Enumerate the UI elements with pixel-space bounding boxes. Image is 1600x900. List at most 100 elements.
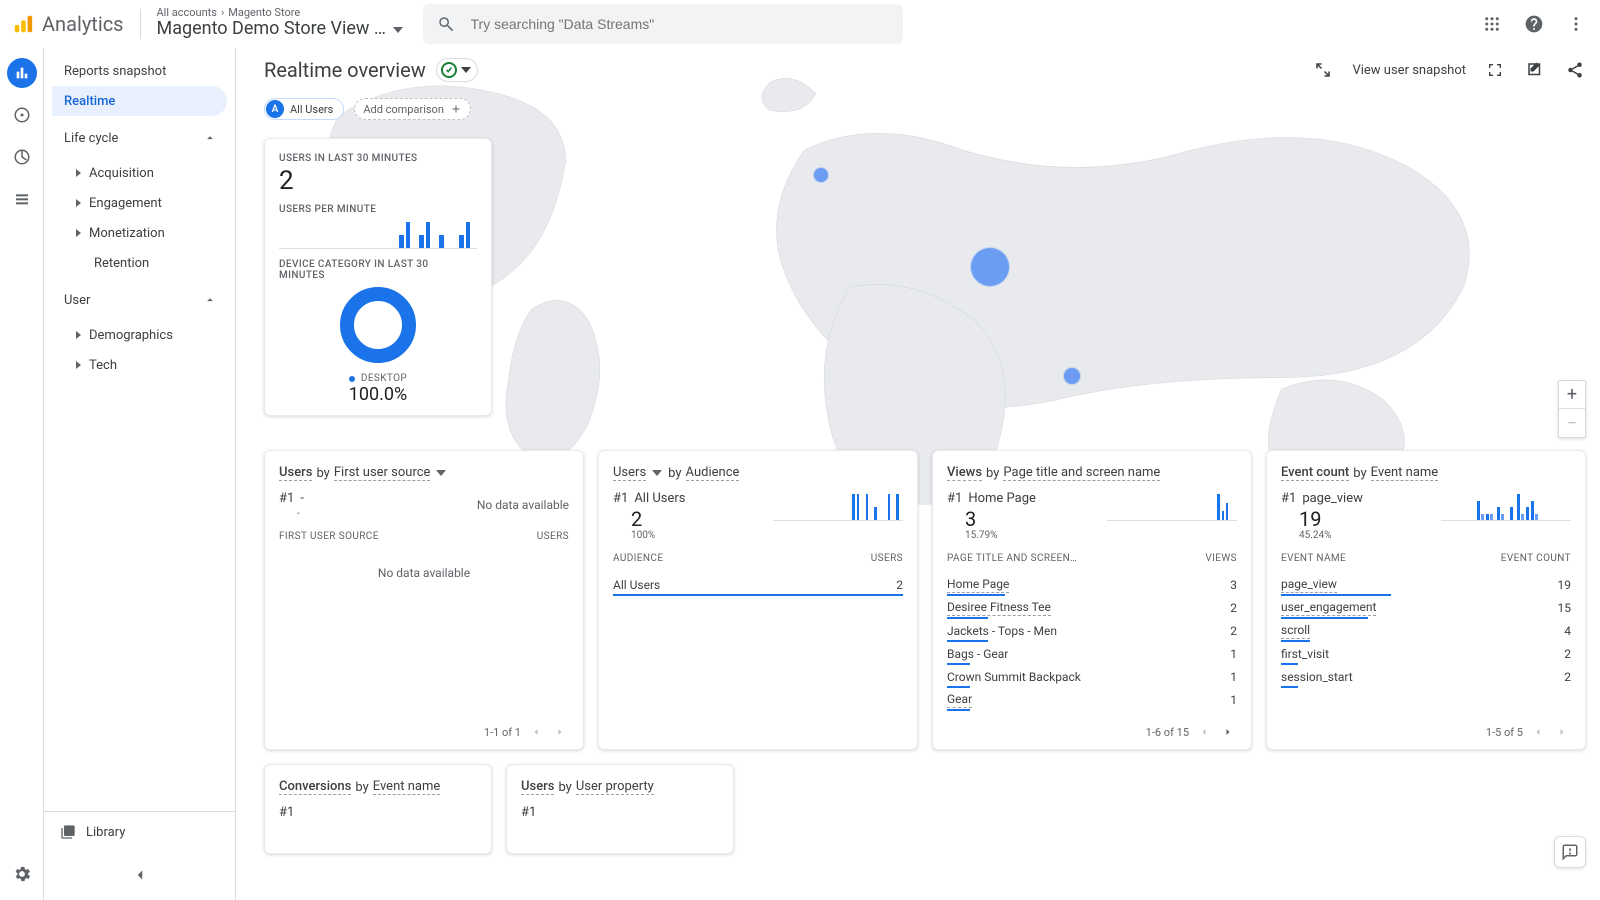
no-data-text: No data available xyxy=(477,498,569,512)
card-dimension[interactable]: User property xyxy=(576,779,654,795)
fullscreen-icon[interactable] xyxy=(1484,59,1506,81)
sidebar-item-monetization[interactable]: Monetization xyxy=(52,218,227,248)
table-row[interactable]: Bags - Gear1 xyxy=(947,643,1237,665)
zoom-in-button[interactable]: + xyxy=(1559,381,1585,409)
device-donut-chart xyxy=(340,287,416,363)
summary-card: USERS IN LAST 30 MINUTES 2 USERS PER MIN… xyxy=(264,138,492,416)
sidebar-section-user[interactable]: User xyxy=(52,280,227,320)
search-input[interactable] xyxy=(469,15,889,33)
main-content: + − Keyboard shortcuts Map data ©2022 Te… xyxy=(236,48,1600,900)
product-logo[interactable]: Analytics xyxy=(12,12,124,36)
card-dimension[interactable]: First user source xyxy=(334,465,431,481)
map-user-dot xyxy=(814,168,828,182)
admin-gear-icon[interactable] xyxy=(10,862,34,886)
add-comparison-button[interactable]: Add comparison xyxy=(354,98,471,120)
table-row[interactable]: Home Page3 xyxy=(947,574,1237,596)
view-user-snapshot-button[interactable]: View user snapshot xyxy=(1352,63,1466,78)
sidebar-item-realtime[interactable]: Realtime xyxy=(52,86,227,116)
table-row[interactable]: Jackets - Tops - Men2 xyxy=(947,620,1237,642)
zoom-out-button[interactable]: − xyxy=(1559,409,1585,437)
sidebar-item-acquisition[interactable]: Acquisition xyxy=(52,158,227,188)
plus-icon xyxy=(450,103,462,115)
edit-note-icon[interactable] xyxy=(1524,59,1546,81)
pager-next-button[interactable] xyxy=(551,723,569,741)
pager-next-button[interactable] xyxy=(1219,723,1237,741)
sidebar-item-reports-snapshot[interactable]: Reports snapshot xyxy=(52,56,227,86)
caret-right-icon xyxy=(76,199,81,207)
card-metric[interactable]: Conversions xyxy=(279,779,351,795)
table-row[interactable]: first_visit2 xyxy=(1281,643,1571,665)
card-metric[interactable]: Event count xyxy=(1281,465,1349,481)
sidebar-item-demographics[interactable]: Demographics xyxy=(52,320,227,350)
apps-icon[interactable] xyxy=(1480,12,1504,36)
pager-text: 1-6 of 15 xyxy=(1146,726,1189,739)
feedback-icon xyxy=(1561,843,1579,861)
sidebar-item-retention[interactable]: Retention xyxy=(52,248,227,278)
compare-icon[interactable] xyxy=(1312,59,1334,81)
card-event-count: Event count by Event name #1page_view 19… xyxy=(1266,450,1586,750)
chevron-left-icon xyxy=(131,866,149,884)
audience-chip-all-users[interactable]: A All Users xyxy=(264,98,344,120)
sidebar-item-engagement[interactable]: Engagement xyxy=(52,188,227,218)
card-dimension[interactable]: Event name xyxy=(373,779,441,795)
sidebar-item-tech[interactable]: Tech xyxy=(52,350,227,380)
card-metric[interactable]: Users xyxy=(279,465,312,481)
product-name: Analytics xyxy=(42,12,124,36)
status-pill[interactable] xyxy=(436,58,478,82)
pager-text: 1-1 of 1 xyxy=(484,726,521,739)
share-icon[interactable] xyxy=(1564,59,1586,81)
card-dimension[interactable]: Event name xyxy=(1371,465,1439,481)
device-legend-label: DESKTOP xyxy=(361,373,407,384)
pager-prev-button[interactable] xyxy=(527,723,545,741)
topbar-actions xyxy=(1480,12,1588,36)
account-breadcrumb: All accounts›Magento Store xyxy=(157,7,403,20)
pager-text: 1-5 of 5 xyxy=(1486,726,1523,739)
table-row[interactable]: Crown Summit Backpack1 xyxy=(947,666,1237,688)
pager-prev-button[interactable] xyxy=(1195,723,1213,741)
account-picker[interactable]: All accounts›Magento Store Magento Demo … xyxy=(157,7,403,40)
card-sparkline xyxy=(1107,491,1237,521)
comparison-chips: A All Users Add comparison xyxy=(264,98,471,120)
card-sparkline xyxy=(773,491,903,521)
sidebar: Reports snapshot Realtime Life cycle Acq… xyxy=(44,48,236,900)
card-metric[interactable]: Users xyxy=(613,465,646,481)
nav-rail xyxy=(0,48,44,900)
table-row[interactable]: page_view19 xyxy=(1281,574,1571,596)
card-dimension[interactable]: Audience xyxy=(686,465,740,481)
card-metric[interactable]: Views xyxy=(947,465,982,481)
caret-right-icon xyxy=(76,361,81,369)
table-row[interactable]: user_engagement15 xyxy=(1281,597,1571,619)
table-row[interactable]: Gear1 xyxy=(947,689,1237,711)
table-row[interactable]: Desiree Fitness Tee2 xyxy=(947,597,1237,619)
sidebar-collapse-button[interactable] xyxy=(44,858,235,892)
chevron-up-icon xyxy=(203,131,217,145)
rail-explore-icon[interactable] xyxy=(7,100,37,130)
pager-prev-button[interactable] xyxy=(1529,723,1547,741)
card-dimension[interactable]: Page title and screen name xyxy=(1003,465,1160,481)
card-metric[interactable]: Users xyxy=(521,779,554,795)
page-header: Realtime overview View user snapshot xyxy=(264,58,1586,82)
pager-next-button[interactable] xyxy=(1553,723,1571,741)
divider xyxy=(140,9,141,39)
chevron-down-icon xyxy=(436,470,446,476)
rail-reports-icon[interactable] xyxy=(7,58,37,88)
more-vert-icon[interactable] xyxy=(1564,12,1588,36)
table-row[interactable]: scroll4 xyxy=(1281,620,1571,642)
device-percent: 100.0% xyxy=(279,384,477,405)
rail-configure-icon[interactable] xyxy=(7,184,37,214)
table-row[interactable]: All Users2 xyxy=(613,574,903,596)
card-conversions: Conversions by Event name #1 xyxy=(264,764,492,854)
chevron-down-icon xyxy=(652,470,662,476)
table-row[interactable]: session_start2 xyxy=(1281,666,1571,688)
sidebar-section-lifecycle[interactable]: Life cycle xyxy=(52,118,227,158)
rail-advertising-icon[interactable] xyxy=(7,142,37,172)
chevron-up-icon xyxy=(203,293,217,307)
card-sparkline xyxy=(1441,491,1571,521)
feedback-button[interactable] xyxy=(1554,836,1586,868)
metric-cards-row-2: Conversions by Event name #1 Users by Us… xyxy=(264,764,734,854)
help-icon[interactable] xyxy=(1522,12,1546,36)
search-box[interactable] xyxy=(423,4,903,44)
chevron-down-icon xyxy=(393,27,403,33)
sidebar-item-library[interactable]: Library xyxy=(44,811,235,852)
card-users-by-first-source: Users by First user source #1- - No data… xyxy=(264,450,584,750)
